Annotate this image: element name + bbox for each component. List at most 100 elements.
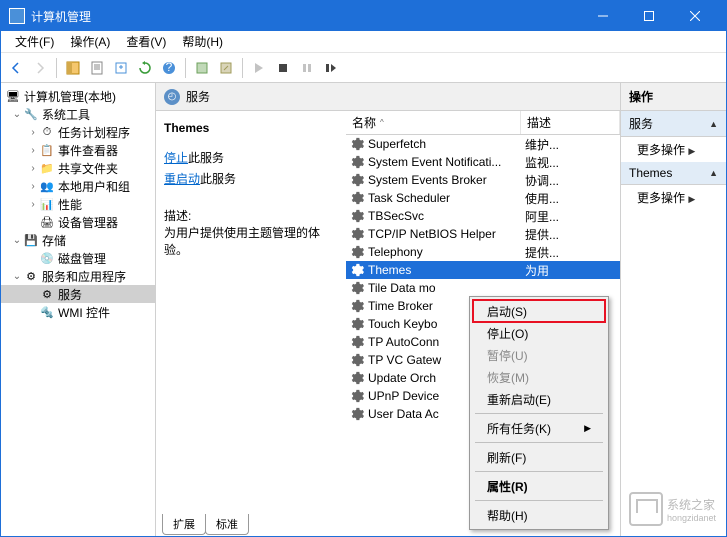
service-name: Time Broker xyxy=(368,299,433,313)
service-name: Telephony xyxy=(368,245,423,259)
gear-icon xyxy=(350,137,364,151)
tree-scheduler[interactable]: ›⏱任务计划程序 xyxy=(1,123,155,141)
service-name: TBSecSvc xyxy=(368,209,424,223)
menu-help[interactable]: 帮助(H) xyxy=(174,31,231,52)
list-header: 名称^ 描述 xyxy=(346,111,620,135)
ctx-pause: 暂停(U) xyxy=(473,344,605,366)
ctx-help[interactable]: 帮助(H) xyxy=(473,504,605,526)
show-hide-tree-icon[interactable] xyxy=(62,57,84,79)
service-name: Touch Keybo xyxy=(368,317,437,331)
restart-icon[interactable] xyxy=(320,57,342,79)
gear-icon xyxy=(350,263,364,277)
forward-button[interactable] xyxy=(29,57,51,79)
play-icon[interactable] xyxy=(248,57,270,79)
service-row[interactable]: Tile Data mo xyxy=(346,279,620,297)
service-desc: 维护... xyxy=(521,136,620,153)
back-button[interactable] xyxy=(5,57,27,79)
service-name: TCP/IP NetBIOS Helper xyxy=(368,227,496,241)
tab-standard[interactable]: 标准 xyxy=(205,514,249,535)
service-row[interactable]: Themes为用 xyxy=(346,261,620,279)
actions-more-1[interactable]: 更多操作 ▶ xyxy=(621,137,726,162)
ctx-properties[interactable]: 属性(R) xyxy=(473,475,605,497)
col-desc[interactable]: 描述 xyxy=(521,111,620,134)
col-name[interactable]: 名称^ xyxy=(346,111,521,134)
service-name: User Data Ac xyxy=(368,407,439,421)
pause-icon[interactable] xyxy=(296,57,318,79)
properties-icon[interactable] xyxy=(86,57,108,79)
maximize-button[interactable] xyxy=(626,1,672,31)
tree-shared[interactable]: ›📁共享文件夹 xyxy=(1,159,155,177)
service-name: System Events Broker xyxy=(368,173,487,187)
desc-label: 描述: xyxy=(164,207,338,224)
menu-file[interactable]: 文件(F) xyxy=(7,31,62,52)
tree-wmi[interactable]: 🔩WMI 控件 xyxy=(1,303,155,321)
service-desc: 协调... xyxy=(521,172,620,189)
gear-icon xyxy=(350,299,364,313)
gear-icon xyxy=(350,389,364,403)
service-row[interactable]: System Events Broker 协调... xyxy=(346,171,620,189)
tree-diskmgmt[interactable]: 💿磁盘管理 xyxy=(1,249,155,267)
ctx-refresh[interactable]: 刷新(F) xyxy=(473,446,605,468)
menu-view[interactable]: 查看(V) xyxy=(118,31,174,52)
tree-services[interactable]: ⚙服务 xyxy=(1,285,155,303)
tab-extended[interactable]: 扩展 xyxy=(162,514,206,535)
service-desc: 监视... xyxy=(521,154,620,171)
actions-header: 操作 xyxy=(621,83,726,111)
gear-icon xyxy=(350,353,364,367)
toolbar-icon-a[interactable] xyxy=(191,57,213,79)
tree-perf[interactable]: ›📊性能 xyxy=(1,195,155,213)
center-title: 服务 xyxy=(186,88,210,105)
service-desc: 提供... xyxy=(521,244,620,261)
gear-icon xyxy=(350,155,364,169)
refresh-icon[interactable] xyxy=(134,57,156,79)
service-row[interactable]: Task Scheduler 使用... xyxy=(346,189,620,207)
tree-eventviewer[interactable]: ›📋事件查看器 xyxy=(1,141,155,159)
actions-section-themes[interactable]: Themes▲ xyxy=(621,162,726,185)
tree-devmgr[interactable]: 🖨设备管理器 xyxy=(1,213,155,231)
center-header: ◴ 服务 xyxy=(156,83,620,111)
gear-icon xyxy=(350,407,364,421)
actions-more-2[interactable]: 更多操作 ▶ xyxy=(621,185,726,210)
nav-tree[interactable]: 🖥计算机管理(本地) ⌄🔧系统工具 ›⏱任务计划程序 ›📋事件查看器 ›📁共享文… xyxy=(1,83,156,536)
service-row[interactable]: System Event Notificati...监视... xyxy=(346,153,620,171)
gear-icon xyxy=(350,371,364,385)
tree-root[interactable]: 🖥计算机管理(本地) xyxy=(1,87,155,105)
service-row[interactable]: Telephony 提供... xyxy=(346,243,620,261)
service-row[interactable]: Superfetch 维护... xyxy=(346,135,620,153)
restart-link[interactable]: 重启动 xyxy=(164,172,200,186)
menu-action[interactable]: 操作(A) xyxy=(62,31,118,52)
selected-service-name: Themes xyxy=(164,121,338,135)
close-button[interactable] xyxy=(672,1,718,31)
export-icon[interactable] xyxy=(110,57,132,79)
ctx-start[interactable]: 启动(S) xyxy=(473,300,605,322)
tree-storage[interactable]: ⌄💾存储 xyxy=(1,231,155,249)
service-name: Superfetch xyxy=(368,137,426,151)
service-name: Tile Data mo xyxy=(368,281,436,295)
ctx-stop[interactable]: 停止(O) xyxy=(473,322,605,344)
help-icon[interactable]: ? xyxy=(158,57,180,79)
service-desc: 使用... xyxy=(521,190,620,207)
tree-systools[interactable]: ⌄🔧系统工具 xyxy=(1,105,155,123)
minimize-button[interactable] xyxy=(580,1,626,31)
window-title: 计算机管理 xyxy=(31,8,580,25)
tree-users[interactable]: ›👥本地用户和组 xyxy=(1,177,155,195)
context-menu: 启动(S) 停止(O) 暂停(U) 恢复(M) 重新启动(E) 所有任务(K)▶… xyxy=(469,296,609,530)
gear-icon xyxy=(350,281,364,295)
service-row[interactable]: TBSecSvc阿里... xyxy=(346,207,620,225)
ctx-restart[interactable]: 重新启动(E) xyxy=(473,388,605,410)
ctx-alltasks[interactable]: 所有任务(K)▶ xyxy=(473,417,605,439)
stop-icon[interactable] xyxy=(272,57,294,79)
service-name: Task Scheduler xyxy=(368,191,450,205)
menubar: 文件(F) 操作(A) 查看(V) 帮助(H) xyxy=(1,31,726,53)
toolbar-icon-b[interactable] xyxy=(215,57,237,79)
service-name: TP AutoConn xyxy=(368,335,439,349)
stop-link[interactable]: 停止 xyxy=(164,151,188,165)
actions-section-services[interactable]: 服务▲ xyxy=(621,111,726,137)
gear-icon xyxy=(350,209,364,223)
desc-text: 为用户提供使用主题管理的体验。 xyxy=(164,224,338,258)
titlebar: 计算机管理 xyxy=(1,1,726,31)
gear-icon xyxy=(350,335,364,349)
service-name: Update Orch xyxy=(368,371,436,385)
tree-svcapps[interactable]: ⌄⚙服务和应用程序 xyxy=(1,267,155,285)
service-row[interactable]: TCP/IP NetBIOS Helper提供... xyxy=(346,225,620,243)
